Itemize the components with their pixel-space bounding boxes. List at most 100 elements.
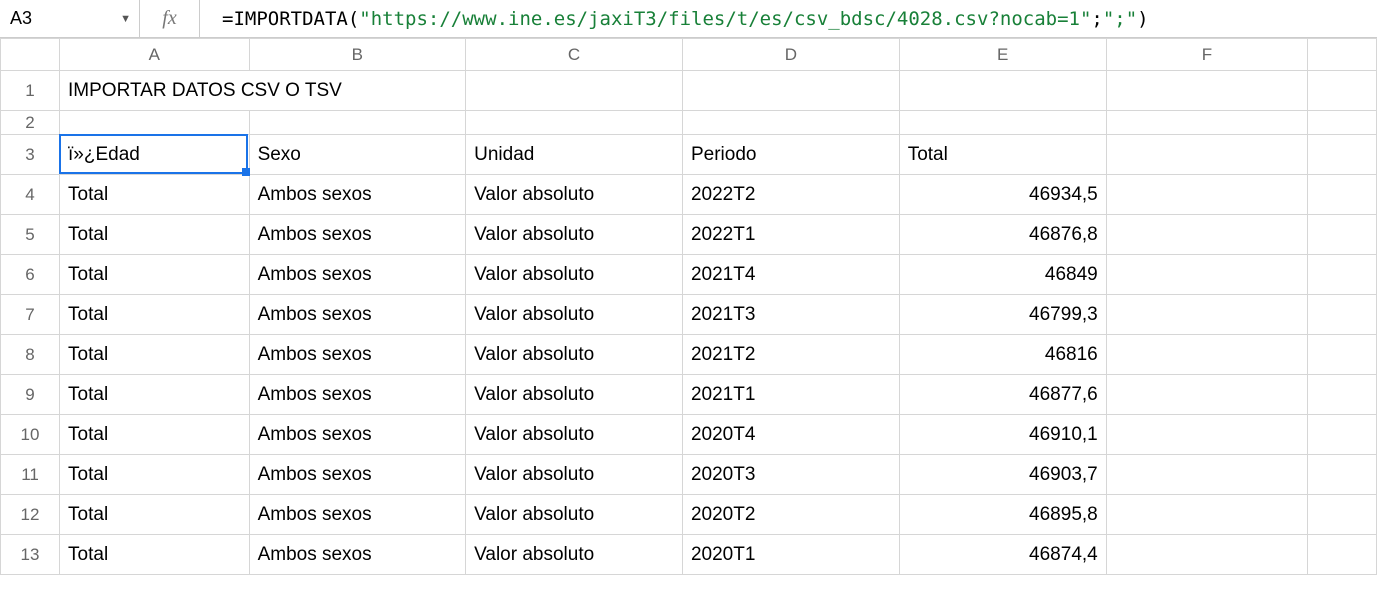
- row-header[interactable]: 9: [1, 375, 60, 415]
- cell[interactable]: [1308, 175, 1377, 215]
- cell[interactable]: [466, 111, 683, 135]
- cell[interactable]: [899, 111, 1106, 135]
- cell[interactable]: [1106, 215, 1307, 255]
- cell[interactable]: 46874,4: [899, 535, 1106, 575]
- cell[interactable]: 46934,5: [899, 175, 1106, 215]
- row-header[interactable]: 7: [1, 295, 60, 335]
- cell[interactable]: [1308, 375, 1377, 415]
- row-header[interactable]: 11: [1, 455, 60, 495]
- fx-icon[interactable]: fx: [140, 0, 200, 37]
- col-header-f[interactable]: F: [1106, 39, 1307, 71]
- cell[interactable]: [1106, 255, 1307, 295]
- cell[interactable]: Ambos sexos: [249, 455, 466, 495]
- cell-a1-title[interactable]: IMPORTAR DATOS CSV O TSV: [60, 71, 466, 111]
- cell[interactable]: [1308, 415, 1377, 455]
- cell[interactable]: Total: [899, 135, 1106, 175]
- cell[interactable]: 2020T2: [682, 495, 899, 535]
- cell[interactable]: [1308, 495, 1377, 535]
- cell[interactable]: Valor absoluto: [466, 295, 683, 335]
- row-header[interactable]: 3: [1, 135, 60, 175]
- cell[interactable]: Valor absoluto: [466, 415, 683, 455]
- col-header-d[interactable]: D: [682, 39, 899, 71]
- row-header[interactable]: 2: [1, 111, 60, 135]
- row-header[interactable]: 1: [1, 71, 60, 111]
- cell[interactable]: Total: [60, 495, 250, 535]
- cell[interactable]: Ambos sexos: [249, 335, 466, 375]
- cell[interactable]: 46910,1: [899, 415, 1106, 455]
- cell[interactable]: [1308, 135, 1377, 175]
- cell[interactable]: 46877,6: [899, 375, 1106, 415]
- row-header[interactable]: 8: [1, 335, 60, 375]
- cell[interactable]: 2022T2: [682, 175, 899, 215]
- cell[interactable]: 46849: [899, 255, 1106, 295]
- cell[interactable]: Ambos sexos: [249, 495, 466, 535]
- cell[interactable]: Total: [60, 335, 250, 375]
- cell[interactable]: [1106, 375, 1307, 415]
- cell[interactable]: [1308, 455, 1377, 495]
- formula-input[interactable]: =IMPORTDATA("https://www.ine.es/jaxiT3/f…: [200, 0, 1377, 37]
- cell[interactable]: Total: [60, 415, 250, 455]
- cell[interactable]: 46895,8: [899, 495, 1106, 535]
- cell[interactable]: Total: [60, 455, 250, 495]
- cell[interactable]: [682, 111, 899, 135]
- cell[interactable]: Unidad: [466, 135, 683, 175]
- cell[interactable]: Valor absoluto: [466, 255, 683, 295]
- cell[interactable]: Ambos sexos: [249, 255, 466, 295]
- cell[interactable]: Ambos sexos: [249, 415, 466, 455]
- cell[interactable]: [60, 111, 250, 135]
- cell[interactable]: Sexo: [249, 135, 466, 175]
- row-header[interactable]: 5: [1, 215, 60, 255]
- cell[interactable]: Valor absoluto: [466, 455, 683, 495]
- cell[interactable]: 2021T3: [682, 295, 899, 335]
- spreadsheet-grid[interactable]: A B C D E F 1 IMPORTAR DATOS CSV O TSV 2…: [0, 38, 1377, 575]
- row-header[interactable]: 10: [1, 415, 60, 455]
- cell[interactable]: 46876,8: [899, 215, 1106, 255]
- cell[interactable]: [1106, 111, 1307, 135]
- chevron-down-icon[interactable]: ▼: [120, 13, 131, 25]
- col-header-c[interactable]: C: [466, 39, 683, 71]
- cell[interactable]: [1308, 335, 1377, 375]
- cell[interactable]: Valor absoluto: [466, 335, 683, 375]
- cell[interactable]: 2021T1: [682, 375, 899, 415]
- cell[interactable]: 2020T3: [682, 455, 899, 495]
- select-all-corner[interactable]: [1, 39, 60, 71]
- cell[interactable]: 2021T4: [682, 255, 899, 295]
- cell[interactable]: Total: [60, 215, 250, 255]
- cell[interactable]: 46799,3: [899, 295, 1106, 335]
- cell[interactable]: [466, 71, 683, 111]
- cell[interactable]: [1106, 295, 1307, 335]
- cell[interactable]: Ambos sexos: [249, 175, 466, 215]
- cell[interactable]: [1106, 535, 1307, 575]
- col-header-a[interactable]: A: [60, 39, 250, 71]
- cell[interactable]: Total: [60, 535, 250, 575]
- cell[interactable]: [1106, 71, 1307, 111]
- cell[interactable]: Valor absoluto: [466, 175, 683, 215]
- cell[interactable]: [1308, 71, 1377, 111]
- cell[interactable]: Total: [60, 375, 250, 415]
- cell[interactable]: [1106, 495, 1307, 535]
- cell[interactable]: Ambos sexos: [249, 375, 466, 415]
- cell[interactable]: Ambos sexos: [249, 535, 466, 575]
- col-header-b[interactable]: B: [249, 39, 466, 71]
- col-header-e[interactable]: E: [899, 39, 1106, 71]
- cell[interactable]: [1106, 455, 1307, 495]
- cell[interactable]: [1308, 215, 1377, 255]
- cell[interactable]: [1308, 535, 1377, 575]
- cell[interactable]: Total: [60, 255, 250, 295]
- cell[interactable]: [1106, 135, 1307, 175]
- cell[interactable]: Total: [60, 295, 250, 335]
- cell[interactable]: [1308, 255, 1377, 295]
- cell[interactable]: Ambos sexos: [249, 215, 466, 255]
- cell-a3-active[interactable]: ï»¿Edad: [60, 135, 250, 175]
- cell[interactable]: 2020T1: [682, 535, 899, 575]
- row-header[interactable]: 13: [1, 535, 60, 575]
- col-header-blank[interactable]: [1308, 39, 1377, 71]
- cell[interactable]: [1308, 295, 1377, 335]
- row-header[interactable]: 6: [1, 255, 60, 295]
- cell[interactable]: [1106, 175, 1307, 215]
- cell[interactable]: Valor absoluto: [466, 215, 683, 255]
- cell[interactable]: [899, 71, 1106, 111]
- row-header[interactable]: 12: [1, 495, 60, 535]
- cell[interactable]: Valor absoluto: [466, 375, 683, 415]
- cell[interactable]: 46903,7: [899, 455, 1106, 495]
